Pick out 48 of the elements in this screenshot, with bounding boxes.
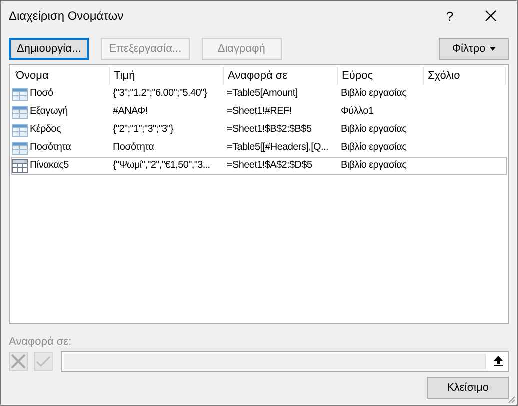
window-title: Διαχείριση Ονομάτων <box>9 9 125 23</box>
table-cell-text: {"2";"1";"3";"3"} <box>112 123 174 137</box>
table-cell: Ποσότητα <box>30 141 72 155</box>
table-cell-text: =Table5[[#Headers],[Q... <box>226 141 328 155</box>
check-icon <box>36 356 51 368</box>
close-dialog-button[interactable]: Κλείσιμο <box>427 377 509 399</box>
close-icon <box>485 10 497 22</box>
table-cell: Εξαγωγή <box>30 105 68 119</box>
table-cell-text: Βιβλίο εργασίας <box>340 159 407 173</box>
table-cell-text: Φύλλο1 <box>340 105 374 119</box>
table-icon <box>12 142 28 154</box>
table-icon <box>12 88 28 100</box>
table-icon <box>12 124 28 136</box>
filter-button[interactable]: Φίλτρο <box>439 38 509 60</box>
field-label: Αναφορά σε: <box>9 336 73 348</box>
column-header[interactable]: Εύρος <box>338 67 424 85</box>
table-cell-text: Βιβλίο εργασίας <box>340 123 407 137</box>
table-cell-text: =Sheet1!#REF! <box>226 105 292 119</box>
table-cell-text: Βιβλίο εργασίας <box>340 141 407 155</box>
table-cell: Κέρδος <box>30 123 61 137</box>
list-row[interactable]: Κέρδος {"2";"1";"3";"3"} =Sheet1!$B$2:$B$5 Βιβλίο εργασίας <box>11 121 507 139</box>
table-cell-text: =Sheet1!$B$2:$B$5 <box>226 123 312 137</box>
column-header[interactable]: Σχόλιο <box>424 67 506 85</box>
list-row[interactable]: Ποσό {"3";"1.2";"6.00";"5.40"} =Table5[Amount] Βιβλίο εργασίας <box>11 85 507 103</box>
dropdown-caret-icon <box>490 47 496 51</box>
table-cell-text: =Table5[Amount] <box>226 87 298 101</box>
table-cell-text: Ποσότητα <box>112 141 154 155</box>
table-cell: Ποσό <box>30 87 54 101</box>
column-header[interactable]: Αναφορά σε <box>224 67 338 85</box>
table-cell-text: {"3";"1.2";"6.00";"5.40"} <box>112 87 208 101</box>
table-cell-text: {"Ψωμί","2","€1,50","3... <box>112 159 210 173</box>
table-cell-text: =Sheet1!$A$2:$D$5 <box>226 159 312 173</box>
help-button[interactable]: ? <box>435 8 465 24</box>
resize-grip-icon[interactable] <box>506 394 516 404</box>
toolbar-button[interactable]: Δημιουργία... <box>9 38 90 60</box>
upload-arrow-icon <box>494 356 502 366</box>
table-cell-text: Βιβλίο εργασίας <box>340 87 407 101</box>
table-cell: Πίνακας5 <box>30 159 69 173</box>
cross-icon <box>11 354 26 369</box>
list-row[interactable]: Πίνακας5 {"Ψωμί","2","€1,50","3... =Sheet1!$A$2:$D$5 Βιβλίο εργασίας <box>11 157 507 175</box>
column-header[interactable]: Όνομα <box>12 67 110 85</box>
table-icon <box>12 106 28 118</box>
reference-field[interactable] <box>61 351 509 372</box>
table-icon <box>12 159 28 173</box>
list-row[interactable]: Εξαγωγή #ΑΝΑΦ! =Sheet1!#REF! Φύλλο1 <box>11 103 507 121</box>
column-header[interactable]: Τιμή <box>110 67 224 85</box>
list-row[interactable]: Ποσότητα Ποσότητα =Table5[[#Headers],[Q... Βιβλίο εργασίας <box>11 139 507 157</box>
table-cell-text: #ΑΝΑΦ! <box>112 105 148 119</box>
